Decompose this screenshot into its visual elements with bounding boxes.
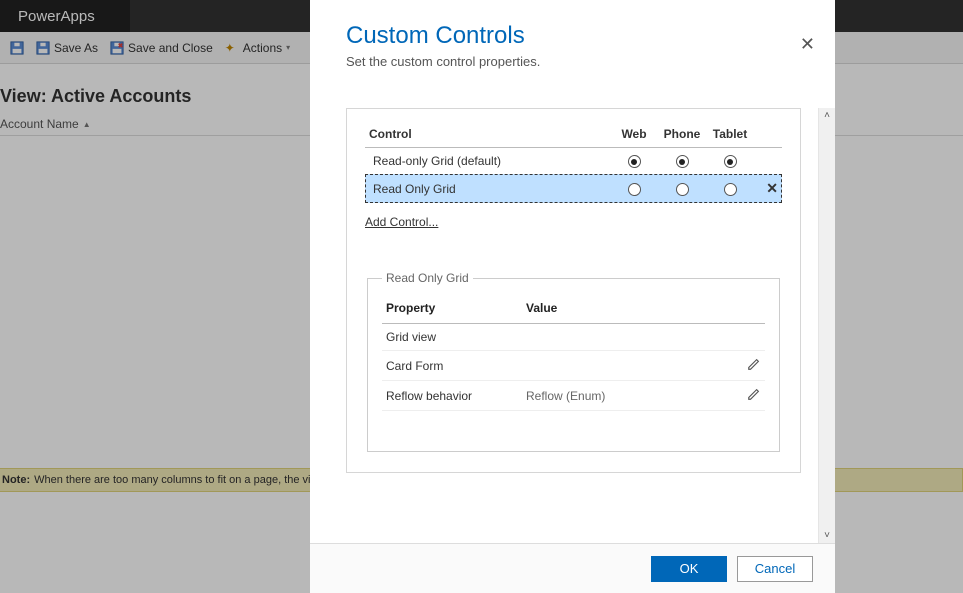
properties-table: Property Value Grid view bbox=[382, 295, 765, 411]
property-row-cardform: Card Form bbox=[382, 351, 765, 381]
control-name: Read Only Grid bbox=[365, 174, 610, 203]
property-row-reflow: Reflow behavior Reflow (Enum) bbox=[382, 381, 765, 411]
control-row-readonlygrid[interactable]: Read Only Grid ✕ bbox=[365, 174, 782, 203]
dialog-footer: OK Cancel bbox=[310, 543, 835, 593]
dialog-scrollbar[interactable]: ˄ ˅ bbox=[818, 108, 835, 543]
pencil-icon bbox=[747, 387, 761, 401]
scroll-down-icon[interactable]: ˅ bbox=[824, 528, 830, 543]
radio-phone-default[interactable] bbox=[676, 155, 689, 168]
property-name: Grid view bbox=[382, 324, 522, 351]
remove-icon: ✕ bbox=[766, 180, 778, 196]
remove-control-button[interactable]: ✕ bbox=[754, 174, 782, 203]
property-name: Reflow behavior bbox=[382, 381, 522, 411]
col-web: Web bbox=[610, 123, 658, 148]
custom-controls-dialog: Custom Controls Set the custom control p… bbox=[310, 0, 835, 593]
col-phone: Phone bbox=[658, 123, 706, 148]
add-control-link[interactable]: Add Control... bbox=[365, 215, 438, 229]
properties-panel: Read Only Grid Property Value Grid view bbox=[367, 271, 780, 452]
properties-legend: Read Only Grid bbox=[382, 271, 473, 285]
col-control: Control bbox=[365, 123, 610, 148]
dialog-subtitle: Set the custom control properties. bbox=[346, 54, 799, 69]
ok-button[interactable]: OK bbox=[651, 556, 727, 582]
edit-reflow-button[interactable] bbox=[747, 387, 761, 401]
property-name: Card Form bbox=[382, 351, 522, 381]
property-value bbox=[522, 351, 735, 381]
property-value bbox=[522, 324, 735, 351]
property-value: Reflow (Enum) bbox=[522, 381, 735, 411]
control-name: Read-only Grid (default) bbox=[365, 148, 610, 175]
radio-tablet-default[interactable] bbox=[724, 155, 737, 168]
scroll-up-icon[interactable]: ˄ bbox=[824, 108, 830, 123]
dialog-title: Custom Controls bbox=[346, 22, 799, 50]
dialog-close-button[interactable]: ✕ bbox=[800, 34, 815, 55]
controls-panel: Control Web Phone Tablet Read-only Grid … bbox=[346, 108, 801, 473]
col-value: Value bbox=[522, 295, 735, 324]
control-row-default[interactable]: Read-only Grid (default) bbox=[365, 148, 782, 175]
radio-web-readonlygrid[interactable] bbox=[628, 183, 641, 196]
col-tablet: Tablet bbox=[706, 123, 754, 148]
radio-phone-readonlygrid[interactable] bbox=[676, 183, 689, 196]
cancel-button[interactable]: Cancel bbox=[737, 556, 813, 582]
pencil-icon bbox=[747, 357, 761, 371]
property-row-gridview: Grid view bbox=[382, 324, 765, 351]
radio-web-default[interactable] bbox=[628, 155, 641, 168]
controls-table: Control Web Phone Tablet Read-only Grid … bbox=[365, 123, 782, 203]
radio-tablet-readonlygrid[interactable] bbox=[724, 183, 737, 196]
edit-cardform-button[interactable] bbox=[747, 357, 761, 371]
col-property: Property bbox=[382, 295, 522, 324]
close-icon: ✕ bbox=[800, 34, 815, 54]
